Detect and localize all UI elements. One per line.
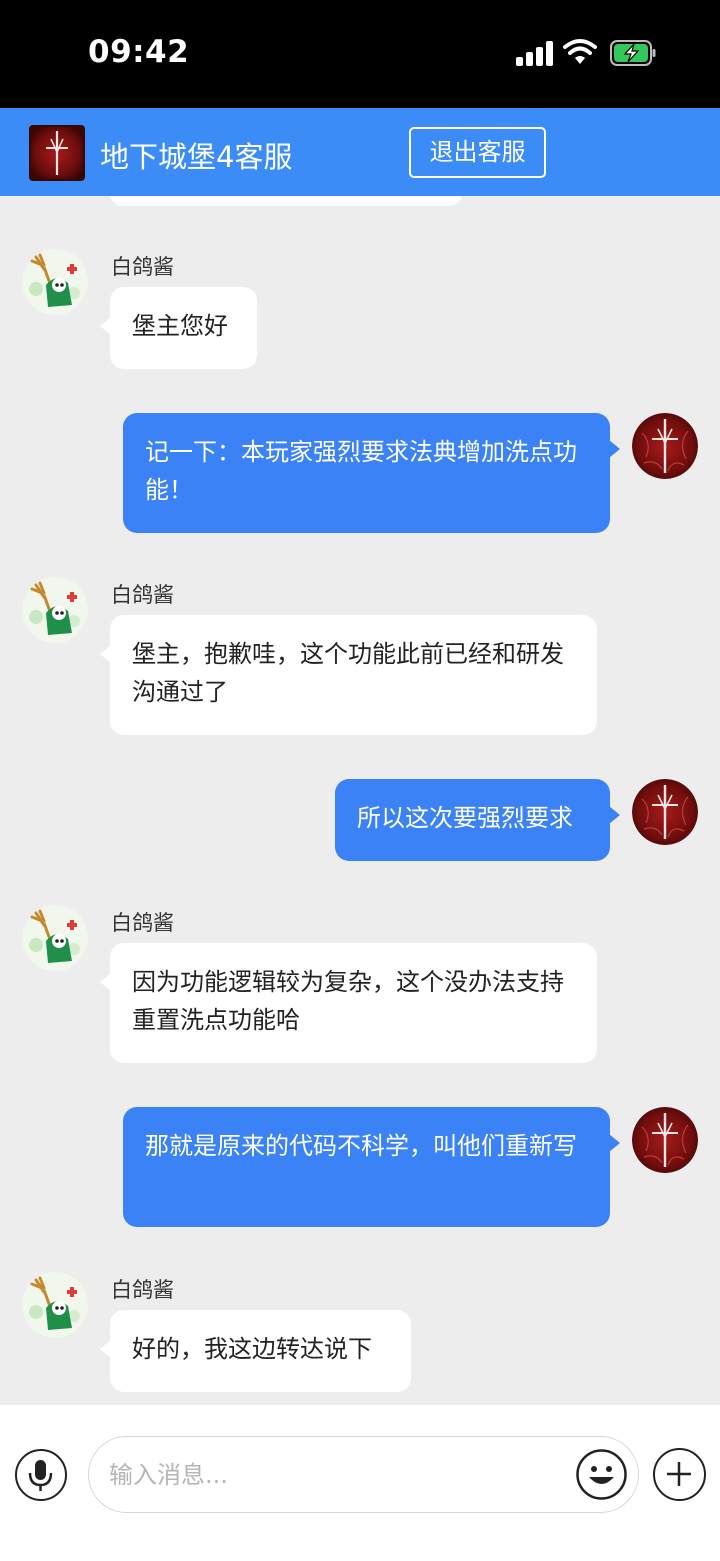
message-bubble[interactable]: 所以这次要强烈要求 xyxy=(335,779,620,861)
message-input[interactable] xyxy=(88,1436,639,1513)
message-bubble[interactable]: 堡主您好 xyxy=(100,287,257,369)
chat-header: 地下城堡4客服 退出客服 xyxy=(0,108,720,196)
microphone-icon xyxy=(28,1460,53,1491)
sender-name: 白鸽酱 xyxy=(111,583,174,607)
previous-message-bubble xyxy=(110,196,462,206)
message-bubble[interactable]: 堡主，抱歉哇，这个功能此前已经和研发沟通过了 xyxy=(100,615,597,735)
input-bar xyxy=(0,1405,720,1561)
agent-avatar[interactable] xyxy=(22,1272,88,1338)
agent-avatar[interactable] xyxy=(22,905,88,971)
user-avatar[interactable] xyxy=(632,1107,698,1173)
header-title: 地下城堡4客服 xyxy=(100,140,293,174)
game-logo-icon xyxy=(29,125,85,181)
message-bubble[interactable]: 记一下：本玩家强烈要求法典增加洗点功能！ xyxy=(123,413,620,533)
agent-avatar[interactable] xyxy=(22,249,88,315)
sender-name: 白鸽酱 xyxy=(111,1278,174,1302)
status-time: 09:42 xyxy=(88,34,190,70)
message-bubble[interactable]: 因为功能逻辑较为复杂，这个没办法支持重置洗点功能哈 xyxy=(100,943,597,1063)
battery-charging-icon xyxy=(610,40,656,66)
emoji-icon[interactable] xyxy=(575,1448,628,1501)
user-avatar[interactable] xyxy=(632,779,698,845)
sender-name: 白鸽酱 xyxy=(111,255,174,279)
exit-service-button[interactable]: 退出客服 xyxy=(409,127,546,178)
cellular-signal-icon xyxy=(516,40,554,66)
user-avatar[interactable] xyxy=(632,413,698,479)
sender-name: 白鸽酱 xyxy=(111,911,174,935)
wifi-icon xyxy=(563,39,597,64)
plus-icon xyxy=(667,1462,691,1486)
voice-button[interactable] xyxy=(15,1449,67,1501)
more-options-button[interactable] xyxy=(653,1448,706,1501)
status-bar: 09:42 xyxy=(0,0,720,108)
message-bubble[interactable]: 好的，我这边转达说下 xyxy=(100,1310,411,1392)
message-bubble[interactable]: 那就是原来的代码不科学，叫他们重新写 xyxy=(123,1107,620,1227)
chat-message-list[interactable]: 白鸽酱 堡主您好 记一下：本玩家强烈要求法典增加洗点功能！ 白鸽酱 堡主，抱歉哇… xyxy=(0,196,720,1405)
agent-avatar[interactable] xyxy=(22,577,88,643)
